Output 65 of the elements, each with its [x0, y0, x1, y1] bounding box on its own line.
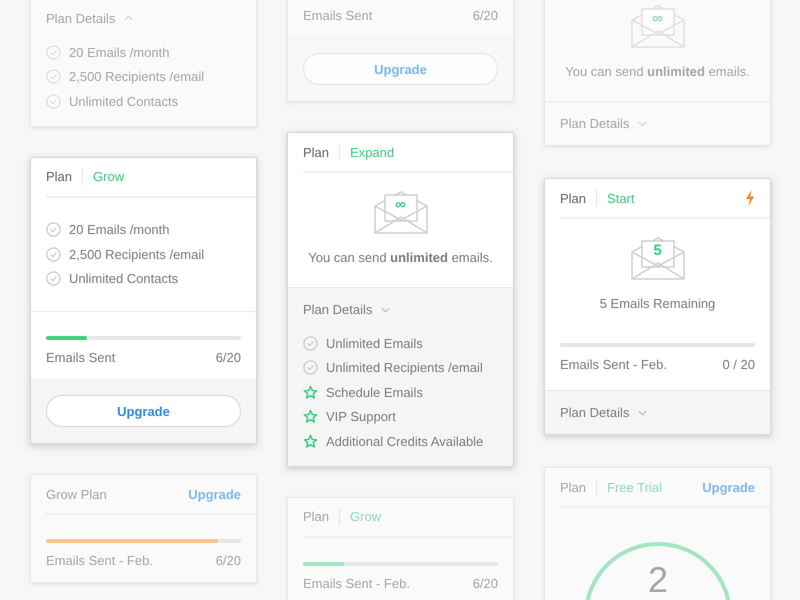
upgrade-button[interactable]: Upgrade — [303, 53, 498, 85]
usage-value: 0 / 20 — [722, 356, 755, 374]
chevron-icon — [638, 410, 648, 416]
feature-text: 2,500 Recipients /email — [69, 246, 204, 262]
plan-label: Plan — [46, 169, 72, 184]
upgrade-link[interactable]: Upgrade — [188, 486, 241, 502]
plan-name: Grow — [93, 169, 124, 184]
plan-details-toggle[interactable]: Plan Details — [303, 302, 390, 317]
check-circle-icon — [46, 94, 61, 109]
usage-value: 6/20 — [216, 552, 241, 570]
plan-label: Plan — [303, 509, 330, 524]
plan-name: Start — [607, 190, 634, 206]
check-circle-icon — [46, 44, 61, 60]
check-circle-icon — [46, 246, 61, 262]
check-circle-icon — [303, 336, 318, 351]
plan-message: You can send unlimited emails. — [565, 63, 750, 81]
letter-count: ∞ — [652, 10, 663, 28]
plan-message: You can send unlimited emails. — [308, 249, 493, 267]
envelope-icon — [630, 3, 686, 49]
star-icon — [303, 384, 318, 400]
envelope-icon — [372, 189, 428, 235]
feature-text: Schedule Emails — [326, 384, 423, 400]
feature-text: 2,500 Recipients /email — [69, 69, 204, 84]
usage-label: Emails Sent - Feb. — [46, 552, 153, 570]
plan-label: Plan — [560, 480, 586, 494]
plan-details-toggle[interactable]: Plan Details — [560, 405, 648, 420]
check-circle-icon — [303, 360, 318, 376]
usage-label: Emails Sent — [303, 7, 372, 25]
plan-name: Grow — [350, 509, 382, 524]
letter-count: 5 — [653, 242, 662, 260]
feature-text: Unlimited Emails — [326, 336, 423, 351]
upgrade-link[interactable]: Upgrade — [702, 480, 755, 494]
plan-label: Grow Plan — [46, 486, 107, 502]
plan-details-toggle[interactable]: Plan Details — [560, 116, 648, 131]
feature-text: Unlimited Recipients /email — [326, 360, 483, 376]
feature-text: 20 Emails /month — [69, 222, 170, 238]
check-circle-icon — [46, 69, 61, 84]
check-circle-icon — [46, 222, 61, 238]
usage-value: 6/20 — [472, 7, 498, 25]
chevron-icon — [124, 15, 134, 21]
chevron-icon — [638, 120, 648, 126]
usage-value: 6/20 — [216, 349, 241, 367]
plan-name: Expand — [350, 144, 394, 160]
chevron-icon — [381, 306, 390, 312]
star-icon — [303, 434, 318, 449]
plan-details-toggle[interactable]: Plan Details — [46, 10, 134, 26]
envelope-icon — [630, 235, 686, 281]
plan-message: 5 Emails Remaining — [600, 295, 716, 313]
feature-text: VIP Support — [326, 409, 396, 424]
check-circle-icon — [46, 271, 61, 286]
usage-label: Emails Sent - Feb. — [560, 356, 667, 374]
upgrade-button[interactable]: Upgrade — [46, 395, 241, 427]
plan-label: Plan — [303, 144, 330, 160]
feature-text: Unlimited Contacts — [69, 271, 178, 286]
usage-label: Emails Sent — [46, 349, 116, 367]
feature-text: Additional Credits Available — [326, 434, 484, 449]
letter-count: ∞ — [395, 196, 406, 214]
plan-name: Free Trial — [607, 480, 662, 494]
usage-label: Emails Sent - Feb. — [303, 574, 410, 592]
gauge-value: 2 — [647, 559, 668, 600]
plan-label: Plan — [560, 190, 586, 206]
feature-text: 20 Emails /month — [69, 44, 170, 60]
usage-value: 6/20 — [472, 574, 498, 592]
star-icon — [303, 409, 318, 424]
feature-text: Unlimited Contacts — [69, 94, 178, 109]
